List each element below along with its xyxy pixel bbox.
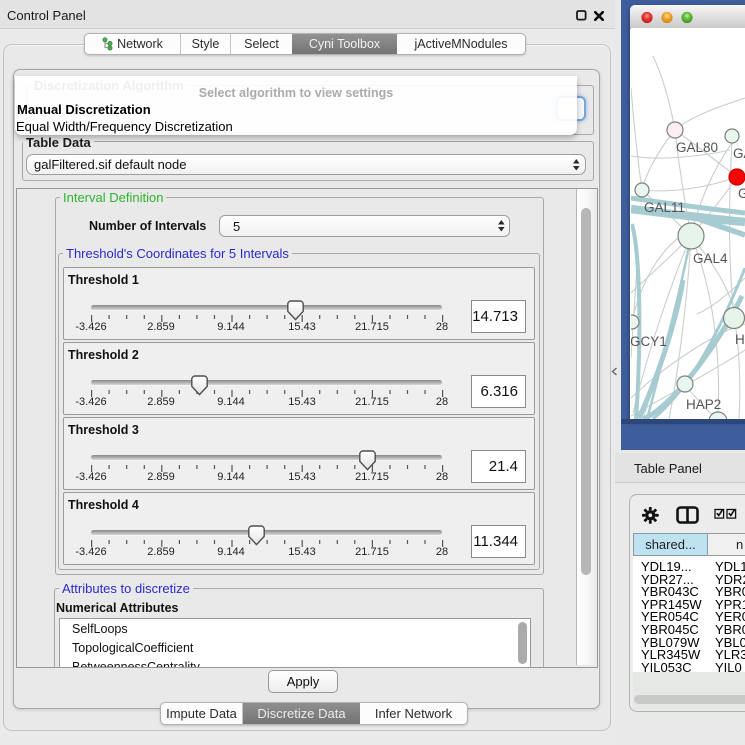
svg-text:G: G bbox=[738, 186, 745, 201]
svg-text:H: H bbox=[735, 332, 745, 347]
svg-text:GCY1: GCY1 bbox=[631, 334, 667, 349]
svg-text:GAL80: GAL80 bbox=[676, 140, 718, 155]
svg-text:GAL4: GAL4 bbox=[693, 251, 728, 266]
svg-text:HAP2: HAP2 bbox=[686, 397, 721, 412]
svg-text:GA: GA bbox=[733, 146, 745, 161]
svg-text:GAL11: GAL11 bbox=[644, 200, 685, 215]
